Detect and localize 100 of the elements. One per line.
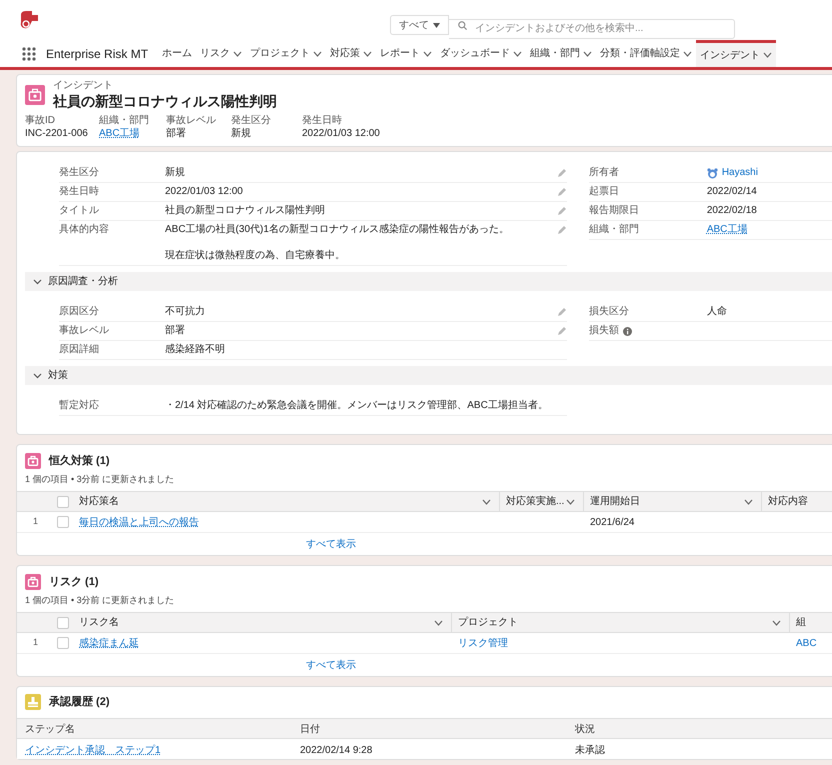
pencil-icon[interactable] <box>556 225 567 235</box>
row-number: 1 <box>32 515 40 528</box>
field-label: 損失区分 <box>588 306 629 318</box>
nav-tab[interactable]: レポート <box>376 40 436 67</box>
field-label: 報告期限日 <box>588 205 639 217</box>
select-all-checkbox[interactable] <box>57 496 69 508</box>
column-header: 状況 <box>575 724 595 735</box>
field-label: 原因詳細 <box>59 344 100 356</box>
record-title: 社員の新型コロナウィルス陽性判明 <box>53 92 277 110</box>
column-header[interactable]: 対応策実施... <box>499 492 583 511</box>
field-label: 原因区分 <box>59 306 100 318</box>
field-label: 発生日時 <box>302 115 343 128</box>
pencil-icon[interactable] <box>556 206 567 216</box>
field-label: 事故ID <box>25 115 56 128</box>
table-cell: 未承認 <box>575 744 605 756</box>
column-header[interactable]: 対応内容 <box>761 492 832 511</box>
view-all-link[interactable]: すべて表示 <box>306 536 356 552</box>
record-link[interactable]: ABC <box>796 638 817 648</box>
list-status: 1 個の項目 • 3分前 に更新されました <box>24 594 176 606</box>
field-label: 組織・部門 <box>588 224 639 236</box>
app-name: Enterprise Risk MT <box>46 46 148 62</box>
pencil-icon[interactable] <box>556 168 567 178</box>
field-value: 2022/01/03 12:00 <box>302 128 381 140</box>
app-launcher-icon[interactable] <box>22 46 36 60</box>
field-value: 感染経路不明 <box>165 344 226 356</box>
select-all-checkbox[interactable] <box>57 616 69 628</box>
dropdown-icon <box>433 22 440 28</box>
field-label: 発生日時 <box>59 186 100 198</box>
record-link[interactable]: インシデント承認 ステップ1 <box>25 744 161 756</box>
info-icon <box>622 326 632 336</box>
row-checkbox[interactable] <box>57 637 69 649</box>
nav-tab[interactable]: 組織・部門 <box>526 40 596 67</box>
record-link[interactable]: 感染症まん延 <box>79 638 139 648</box>
field-label: 起票日 <box>588 186 619 198</box>
nav-tab[interactable]: ダッシュボード <box>436 40 526 67</box>
field-link[interactable]: ABC工場 <box>99 128 156 140</box>
field-label: 組織・部門 <box>99 115 150 128</box>
logo-drawing <box>18 9 40 31</box>
field-label: 具体的内容 <box>59 224 110 237</box>
related-list-title[interactable]: リスク (1) <box>49 574 98 590</box>
nav-tab[interactable]: インシデント <box>696 40 776 67</box>
nav-tab[interactable]: 対応策 <box>326 40 376 67</box>
field-value: 人命 <box>706 306 727 318</box>
column-header[interactable]: プロジェクト <box>451 613 789 632</box>
column-header[interactable]: 組 <box>789 613 832 632</box>
column-header: ステップ名 <box>25 724 75 735</box>
object-label: インシデント <box>53 80 114 92</box>
stamp-icon <box>25 694 41 710</box>
related-list-title[interactable]: 恒久対策 (1) <box>49 453 110 470</box>
view-all-link[interactable]: すべて表示 <box>306 658 356 672</box>
field-value: ABC工場の社員(30代)1名の新型コロナウィルス感染症の陽性報告があった。 <box>165 224 510 236</box>
row-checkbox[interactable] <box>57 516 69 528</box>
field-value: 2022/02/18 <box>706 205 757 217</box>
field-value: 現在症状は微熱程度の為、自宅療養中。 <box>165 250 346 262</box>
related-list-title[interactable]: 承認履歴 (2) <box>49 694 110 710</box>
column-header[interactable]: 運用開始日 <box>583 492 761 511</box>
field-label: タイトル <box>59 205 100 217</box>
nav-tab[interactable]: プロジェクト <box>246 40 326 67</box>
field-label: 所有者 <box>588 167 619 179</box>
search-field[interactable]: インシデントおよびその他を検索中... <box>449 18 735 38</box>
table-cell: 2021/6/24 <box>590 516 634 528</box>
list-status: 1 個の項目 • 3分前 に更新されました <box>24 472 176 486</box>
field-value: 社員の新型コロナウィルス陽性判明 <box>165 205 326 217</box>
briefcase-icon <box>25 453 41 470</box>
nav-tab[interactable]: ホーム <box>158 40 196 67</box>
section-header[interactable]: 原因調査・分析 <box>25 272 832 291</box>
record-link[interactable]: リスク管理 <box>458 638 508 648</box>
nav-tab[interactable]: 分類・評価軸設定 <box>596 40 696 67</box>
section-header[interactable]: 対策 <box>25 366 832 385</box>
field-value: 新規 <box>231 128 252 140</box>
briefcase-icon <box>25 85 45 105</box>
field-value: 2022/01/03 12:00 <box>165 186 244 198</box>
chevron-down-icon <box>33 371 42 380</box>
field-value: 不可抗力 <box>165 306 206 318</box>
record-link[interactable]: 毎日の検温と上司への報告 <box>79 516 199 528</box>
field-link[interactable]: ABC工場 <box>706 224 748 236</box>
column-header[interactable]: 対応策名 <box>79 492 499 511</box>
field-value: 2022/02/14 <box>706 186 757 198</box>
pencil-icon[interactable] <box>556 187 567 197</box>
field-value: 部署 <box>166 128 187 140</box>
field-value: 部署 <box>165 325 186 337</box>
table-cell: 2022/02/14 9:28 <box>300 744 372 756</box>
pencil-icon[interactable] <box>556 326 567 336</box>
chevron-down-icon <box>33 277 42 286</box>
nav-tab[interactable]: リスク <box>196 40 246 67</box>
row-number: 1 <box>32 636 40 650</box>
field-label: 損失額 <box>588 325 619 337</box>
column-header[interactable]: リスク名 <box>79 613 451 632</box>
field-label: 事故レベル <box>166 115 217 128</box>
field-value: INC-2201-006 <box>25 128 89 140</box>
search-icon <box>458 21 467 30</box>
search-scope-dropdown[interactable]: すべて <box>390 15 449 35</box>
briefcase-icon <box>25 574 41 590</box>
field-value: ・2/14 対応確認のため緊急会議を開催。メンバーはリスク管理部、ABC工場担当者。 <box>165 400 549 412</box>
user-link[interactable]: Hayashi <box>722 167 758 179</box>
pencil-icon[interactable] <box>556 307 567 317</box>
field-label: 発生区分 <box>59 167 100 179</box>
field-value: 新規 <box>165 167 186 179</box>
field-label: 事故レベル <box>59 325 110 337</box>
column-header: 日付 <box>300 724 320 735</box>
